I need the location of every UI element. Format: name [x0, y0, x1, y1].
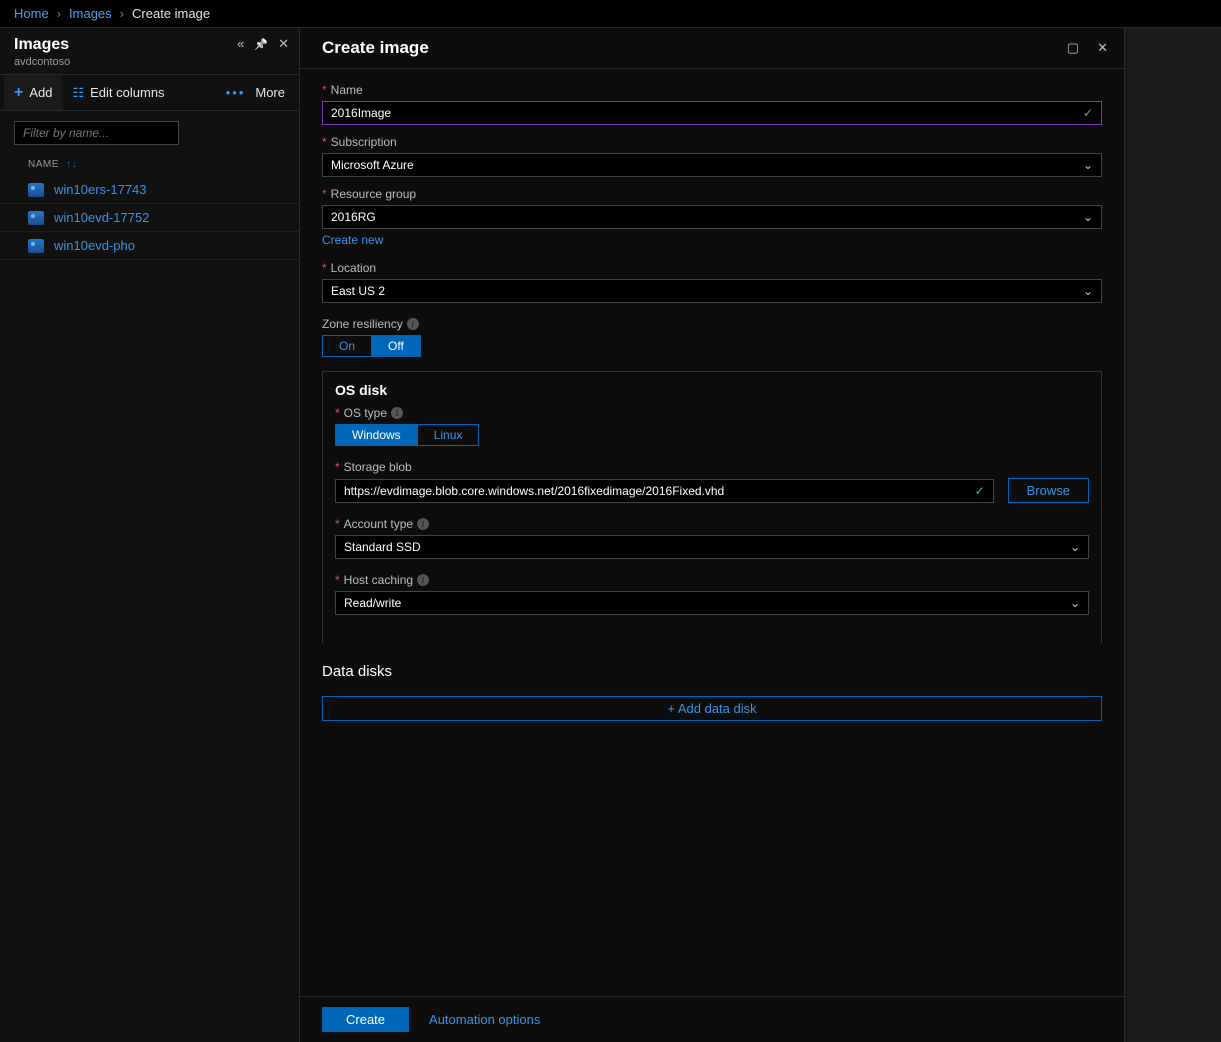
storage-blob-label: Storage blob: [344, 460, 412, 474]
more-button[interactable]: ••• More: [216, 75, 295, 110]
chevron-down-icon: ⌄: [1083, 284, 1093, 298]
image-link[interactable]: win10evd-17752: [54, 210, 149, 225]
name-label: Name: [331, 83, 363, 97]
chevron-down-icon: ⌄: [1083, 158, 1093, 172]
chevron-down-icon: ⌄: [1070, 596, 1080, 610]
image-icon: [28, 183, 44, 197]
name-column-header[interactable]: NAME ↑↓: [0, 153, 299, 176]
pin-icon[interactable]: [254, 36, 268, 52]
automation-options-link[interactable]: Automation options: [429, 1012, 540, 1027]
images-panel: Images avdcontoso + Add ☷ Edit columns •…: [0, 28, 300, 1042]
name-input[interactable]: 2016Image ✓: [322, 101, 1102, 125]
check-icon: ✓: [975, 484, 985, 498]
breadcrumb: Home › Images › Create image: [0, 0, 1221, 28]
breadcrumb-images[interactable]: Images: [69, 6, 112, 21]
info-icon[interactable]: i: [417, 574, 429, 586]
os-disk-section: OS disk * OS type i Windows Linux *: [322, 371, 1102, 643]
zone-on-option[interactable]: On: [323, 336, 372, 356]
add-button[interactable]: + Add: [4, 75, 62, 110]
chevron-right-icon: ›: [57, 6, 61, 21]
required-icon: *: [322, 187, 327, 201]
command-bar: + Add ☷ Edit columns ••• More: [0, 75, 299, 111]
account-type-select[interactable]: Standard SSD ⌄: [335, 535, 1089, 559]
chevron-down-icon: ⌄: [1070, 540, 1080, 554]
resource-group-select[interactable]: 2016RG ⌄: [322, 205, 1102, 229]
host-caching-label: Host caching: [344, 573, 413, 587]
sort-ascending-icon: ↑↓: [66, 159, 77, 170]
os-windows-option[interactable]: Windows: [336, 425, 418, 445]
location-select[interactable]: East US 2 ⌄: [322, 279, 1102, 303]
add-button-label: Add: [29, 85, 52, 100]
plus-icon: +: [14, 84, 23, 102]
columns-icon: ☷: [72, 85, 84, 101]
breadcrumb-current: Create image: [132, 6, 210, 21]
info-icon[interactable]: i: [407, 318, 419, 330]
footer-bar: Create Automation options: [300, 996, 1124, 1042]
required-icon: *: [322, 135, 327, 149]
image-icon: [28, 239, 44, 253]
required-icon: *: [322, 261, 327, 275]
storage-blob-input[interactable]: https://evdimage.blob.core.windows.net/2…: [335, 479, 994, 503]
close-icon[interactable]: [278, 36, 289, 52]
os-disk-heading: OS disk: [335, 382, 1089, 398]
images-panel-subtitle: avdcontoso: [14, 56, 285, 68]
create-image-panel: Create image * Name 2016Image ✓ *: [300, 28, 1125, 1042]
list-item[interactable]: win10evd-17752: [0, 204, 299, 232]
maximize-icon[interactable]: [1067, 40, 1079, 56]
resource-group-label: Resource group: [331, 187, 416, 201]
required-icon: *: [335, 406, 340, 420]
zone-resiliency-label: Zone resiliency: [322, 317, 403, 331]
list-item[interactable]: win10ers-17743: [0, 176, 299, 204]
list-item[interactable]: win10evd-pho: [0, 232, 299, 260]
right-gutter: [1125, 28, 1221, 1042]
close-icon[interactable]: [1097, 40, 1108, 56]
filter-input[interactable]: [14, 121, 179, 145]
info-icon[interactable]: i: [417, 518, 429, 530]
required-icon: *: [335, 573, 340, 587]
subscription-select[interactable]: Microsoft Azure ⌄: [322, 153, 1102, 177]
info-icon[interactable]: i: [391, 407, 403, 419]
subscription-label: Subscription: [331, 135, 397, 149]
required-icon: *: [335, 460, 340, 474]
collapse-icon[interactable]: [237, 36, 244, 52]
host-caching-select[interactable]: Read/write ⌄: [335, 591, 1089, 615]
chevron-right-icon: ›: [120, 6, 124, 21]
location-label: Location: [331, 261, 376, 275]
image-link[interactable]: win10evd-pho: [54, 238, 135, 253]
chevron-down-icon: ⌄: [1083, 210, 1093, 224]
edit-columns-button[interactable]: ☷ Edit columns: [62, 75, 174, 110]
os-type-label: OS type: [344, 406, 387, 420]
breadcrumb-home[interactable]: Home: [14, 6, 49, 21]
data-disks-heading: Data disks: [322, 663, 1102, 680]
image-icon: [28, 211, 44, 225]
os-type-toggle[interactable]: Windows Linux: [335, 424, 479, 446]
image-link[interactable]: win10ers-17743: [54, 182, 147, 197]
required-icon: *: [335, 517, 340, 531]
zone-resiliency-toggle[interactable]: On Off: [322, 335, 421, 357]
data-disks-section: Data disks + Add data disk: [322, 663, 1102, 721]
add-data-disk-button[interactable]: + Add data disk: [322, 696, 1102, 721]
os-linux-option[interactable]: Linux: [418, 425, 479, 445]
required-icon: *: [322, 83, 327, 97]
browse-button[interactable]: Browse: [1008, 478, 1089, 503]
image-list: win10ers-17743 win10evd-17752 win10evd-p…: [0, 176, 299, 260]
ellipsis-icon: •••: [226, 85, 246, 100]
create-image-title: Create image: [322, 38, 429, 58]
zone-off-option[interactable]: Off: [372, 336, 420, 356]
account-type-label: Account type: [344, 517, 413, 531]
create-button[interactable]: Create: [322, 1007, 409, 1032]
edit-columns-label: Edit columns: [90, 85, 164, 100]
create-new-link[interactable]: Create new: [322, 233, 383, 247]
more-label: More: [255, 85, 285, 100]
check-icon: ✓: [1083, 106, 1093, 120]
